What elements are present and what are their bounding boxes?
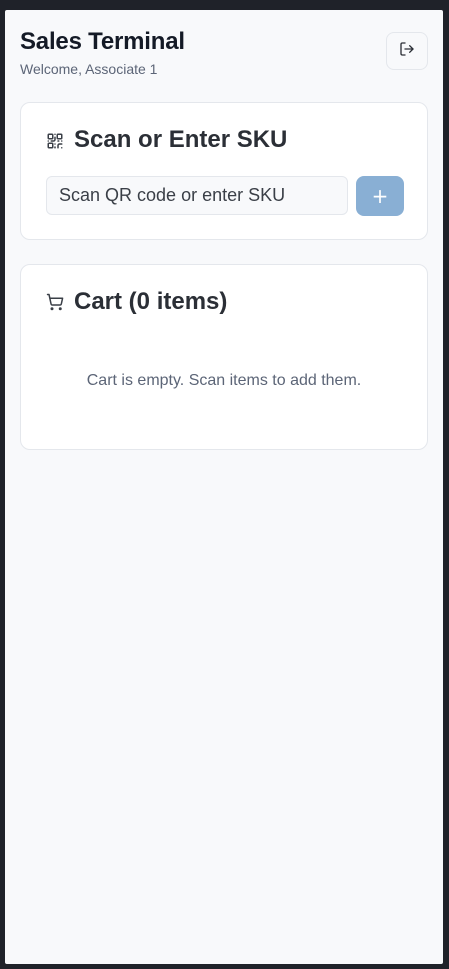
header: Sales Terminal Welcome, Associate 1 [5,10,443,90]
sku-input[interactable] [46,176,348,215]
cart-icon [46,293,64,311]
logout-button[interactable] [386,32,428,70]
welcome-subtitle: Welcome, Associate 1 [20,61,158,77]
scan-card: Scan or Enter SKU + [20,102,428,240]
qr-code-icon [46,132,64,150]
cart-empty-message: Cart is empty. Scan items to add them. [86,372,362,389]
page-title: Sales Terminal [20,28,185,55]
sales-terminal-app: Sales Terminal Welcome, Associate 1 Scan… [5,10,443,964]
cart-card-title: Cart (0 items) [74,288,228,315]
add-sku-button[interactable]: + [356,176,404,216]
scan-card-title: Scan or Enter SKU [74,126,288,153]
cart-card: Cart (0 items) Cart is empty. Scan items… [20,264,428,450]
logout-icon [399,41,415,62]
